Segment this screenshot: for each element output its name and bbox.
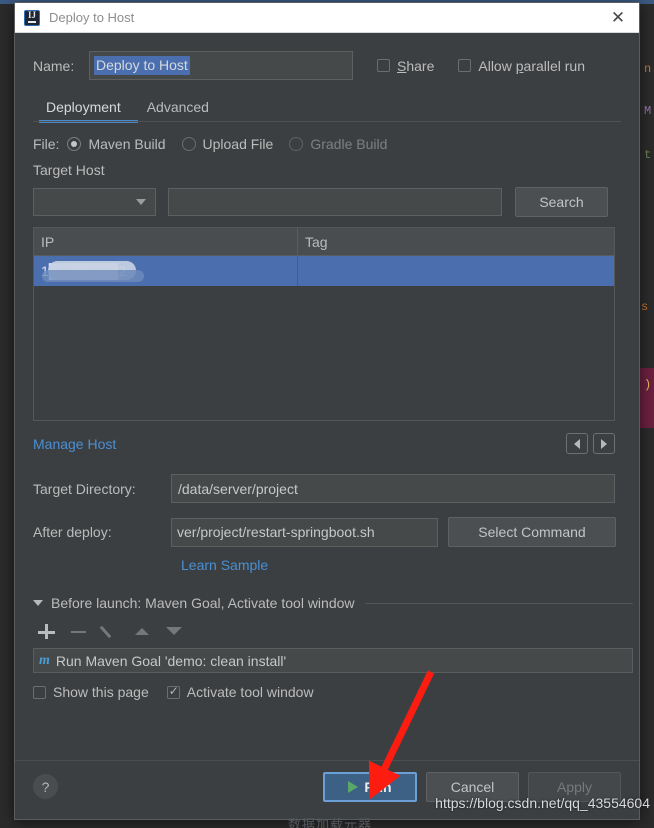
run-button[interactable]: Run [323,771,417,802]
bg-code-fragment: M [644,104,652,118]
intellij-idea-icon [24,9,40,26]
table-row[interactable]: 1███████2 [34,256,614,286]
table-pager [566,433,615,454]
radio-gradle-build: Gradle Build [289,136,387,152]
tab-deployment[interactable]: Deployment [33,96,134,123]
close-icon[interactable]: ✕ [601,5,635,31]
search-button[interactable]: Search [515,187,608,217]
column-header-ip[interactable]: IP [34,228,298,255]
allow-parallel-run-checkbox[interactable]: Allow parallel run [458,58,585,74]
caption-watermark: 数据加载元器 [288,817,373,828]
host-search-row: Search [33,187,621,217]
move-down-icon [165,622,183,640]
column-header-tag[interactable]: Tag [298,228,614,255]
chevron-down-icon [136,199,146,205]
name-input[interactable]: Deploy to Host [89,51,353,80]
learn-sample-link[interactable]: Learn Sample [181,557,268,573]
show-this-page-checkbox[interactable]: Show this page [33,684,149,700]
csdn-url-watermark: https://blog.csdn.net/qq_43554604 [435,795,650,811]
before-launch-options: Show this page Activate tool window [33,684,621,700]
radio-gradle-build-label: Gradle Build [310,136,388,152]
after-deploy-row: After deploy: ver/project/restart-spring… [33,517,621,547]
manage-host-link[interactable]: Manage Host [33,436,116,452]
checkbox-box [458,59,472,72]
host-type-combobox[interactable] [33,188,156,216]
file-label: File: [33,136,60,152]
bg-code-fragment: t [644,148,652,162]
target-host-section-label: Target Host [33,162,105,178]
radio-upload-file-label: Upload File [202,136,274,152]
table-header: IP Tag [34,228,614,256]
name-label: Name: [33,57,75,74]
dialog-titlebar: Deploy to Host ✕ [15,3,639,33]
section-divider [364,602,633,604]
move-up-icon [133,622,151,640]
help-icon[interactable]: ? [33,774,58,799]
share-checkbox[interactable]: Share [377,58,434,74]
learn-sample-row: Learn Sample [33,557,621,575]
arrow-left-icon[interactable] [566,433,588,454]
chevron-down-icon[interactable] [33,600,43,606]
arrow-right-icon[interactable] [593,433,615,454]
tab-underline [33,121,621,122]
after-deploy-label: After deploy: [33,524,112,540]
deploy-to-host-dialog: Deploy to Host ✕ Name: Deploy to Host Sh… [14,2,640,820]
host-table: IP Tag 1███████2 [33,227,615,421]
play-icon [348,780,359,793]
target-directory-input[interactable]: /data/server/project [171,474,615,503]
before-launch-title: Before launch: Maven Goal, Activate tool… [51,595,355,611]
radio-maven-build[interactable]: Maven Build [67,136,166,152]
radio-button [289,137,304,151]
tab-advanced[interactable]: Advanced [134,96,222,123]
radio-upload-file[interactable]: Upload File [181,136,274,152]
share-checkbox-label: Share [397,57,435,74]
tab-bar: Deployment Advanced [33,96,621,123]
host-search-input[interactable] [168,188,502,216]
target-directory-label: Target Directory: [33,480,136,497]
dialog-body: Name: Deploy to Host Share Allow paralle… [15,33,639,820]
before-launch-toolbar [33,620,621,642]
table-cell-ip: 1███████2 [34,256,298,286]
show-this-page-label: Show this page [53,684,149,700]
radio-button [181,137,196,151]
before-launch-header: Before launch: Maven Goal, Activate tool… [33,595,633,611]
bg-code-fragment: n [644,62,652,76]
dialog-title: Deploy to Host [49,10,135,25]
checkbox-box [377,59,390,72]
bg-code-fragment: s [641,300,649,314]
bg-code-fragment: ) [644,378,652,392]
allow-parallel-run-label: Allow parallel run [478,57,586,74]
after-deploy-input[interactable]: ver/project/restart-springboot.sh [171,517,438,547]
edit-pencil-icon [101,622,119,640]
manage-host-row: Manage Host [33,433,615,454]
checkbox-box [33,685,46,699]
maven-icon: m [39,652,50,668]
name-input-value: Deploy to Host [94,56,190,75]
file-row: File: Maven Build Upload File Gradle Bui… [33,136,621,152]
before-launch-item-label: Run Maven Goal 'demo: clean install' [55,652,287,669]
radio-maven-build-label: Maven Build [88,136,166,152]
add-icon[interactable] [37,622,55,640]
activate-tool-window-checkbox[interactable]: Activate tool window [166,684,314,700]
run-button-label: Run [364,778,392,795]
name-row: Name: Deploy to Host Share Allow paralle… [33,33,621,80]
radio-button [67,137,82,151]
checkbox-box [166,684,180,699]
remove-icon [69,622,87,640]
redaction-overlay [42,261,144,282]
activate-tool-window-label: Activate tool window [186,684,314,700]
target-directory-row: Target Directory: /data/server/project [33,474,621,503]
select-command-button[interactable]: Select Command [448,517,616,547]
before-launch-list[interactable]: m Run Maven Goal 'demo: clean install' [33,648,633,673]
table-cell-tag [298,256,614,286]
